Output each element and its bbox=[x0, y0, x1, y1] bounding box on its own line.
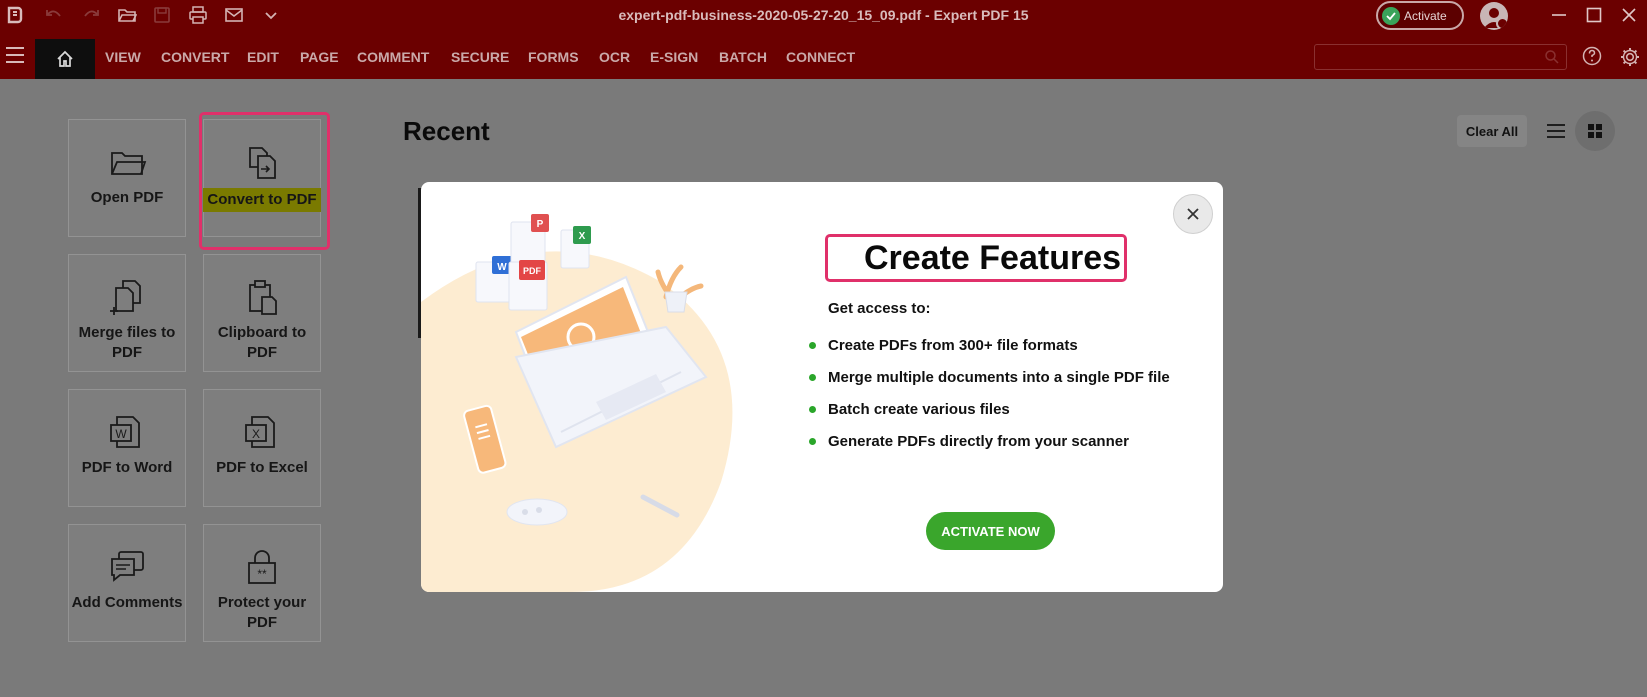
feature-item: Merge multiple documents into a single P… bbox=[807, 369, 1170, 401]
tile-pdf-to-word[interactable]: W PDF to Word bbox=[68, 389, 186, 507]
lock-icon: ** bbox=[248, 550, 276, 584]
close-modal-button[interactable] bbox=[1173, 194, 1213, 234]
feature-list: Create PDFs from 300+ file formats Merge… bbox=[807, 337, 1170, 465]
tab-edit[interactable]: EDIT bbox=[247, 49, 279, 65]
activate-button[interactable]: Activate bbox=[1376, 1, 1464, 30]
tab-connect[interactable]: CONNECT bbox=[786, 49, 855, 65]
word-icon: W bbox=[110, 416, 140, 448]
tile-label: PDF to Word bbox=[81, 459, 173, 476]
minimize-button[interactable] bbox=[1547, 4, 1571, 26]
undo-icon[interactable] bbox=[43, 4, 65, 26]
svg-text:W: W bbox=[115, 427, 127, 441]
tab-page[interactable]: PAGE bbox=[300, 49, 339, 65]
feature-item: Batch create various files bbox=[807, 401, 1170, 433]
tab-comment[interactable]: COMMENT bbox=[357, 49, 429, 65]
redo-icon[interactable] bbox=[80, 4, 102, 26]
svg-text:X: X bbox=[252, 427, 260, 441]
feature-item: Generate PDFs directly from your scanner bbox=[807, 433, 1170, 465]
comments-icon bbox=[111, 551, 144, 582]
tile-add-comments[interactable]: Add Comments bbox=[68, 524, 186, 642]
maximize-icon bbox=[1586, 7, 1602, 23]
status-dot bbox=[1496, 17, 1508, 30]
tab-convert[interactable]: CONVERT bbox=[161, 49, 229, 65]
tile-label: Clipboard to PDF bbox=[217, 324, 307, 361]
home-icon bbox=[57, 50, 73, 67]
tile-label: Protect your PDF bbox=[217, 594, 307, 631]
folder-icon bbox=[111, 152, 147, 175]
close-icon bbox=[1622, 8, 1636, 22]
svg-text:X: X bbox=[579, 231, 586, 242]
mail-icon[interactable] bbox=[223, 4, 245, 26]
ribbon-menu: VIEW CONVERT EDIT PAGE COMMENT SECURE FO… bbox=[0, 31, 1647, 79]
clipboard-icon bbox=[249, 280, 277, 315]
svg-text:**: ** bbox=[257, 567, 267, 581]
recent-heading: Recent bbox=[403, 116, 490, 146]
maximize-button[interactable] bbox=[1582, 4, 1606, 26]
open-folder-icon[interactable] bbox=[116, 4, 138, 26]
search-input[interactable] bbox=[1314, 44, 1567, 70]
tile-clipboard-to-pdf[interactable]: Clipboard to PDF bbox=[203, 254, 321, 372]
tile-pdf-to-excel[interactable]: X PDF to Excel bbox=[203, 389, 321, 507]
tab-batch[interactable]: BATCH bbox=[719, 49, 767, 65]
print-icon[interactable] bbox=[187, 4, 209, 26]
grid-view-icon bbox=[1588, 124, 1602, 138]
tab-e-sign[interactable]: E-SIGN bbox=[650, 49, 698, 65]
merge-files-icon bbox=[110, 280, 141, 315]
app-logo-icon[interactable] bbox=[4, 4, 26, 26]
tile-merge-files[interactable]: Merge files to PDF bbox=[68, 254, 186, 372]
tab-ocr[interactable]: OCR bbox=[599, 49, 630, 65]
highlight-box-convert bbox=[199, 112, 330, 250]
activate-now-button[interactable]: ACTIVATE NOW bbox=[926, 512, 1055, 550]
tab-home[interactable] bbox=[35, 39, 95, 79]
save-icon[interactable] bbox=[151, 4, 173, 26]
svg-text:W: W bbox=[497, 262, 507, 273]
tab-forms[interactable]: FORMS bbox=[528, 49, 579, 65]
tile-label: Open PDF bbox=[90, 189, 164, 206]
hamburger-menu-icon[interactable] bbox=[6, 47, 24, 63]
activate-features-modal: W P X PDF Create Features Get access to:… bbox=[421, 182, 1223, 592]
tab-view[interactable]: VIEW bbox=[105, 49, 141, 65]
tile-protect-pdf[interactable]: ** Protect your PDF bbox=[203, 524, 321, 642]
title-bar: expert-pdf-business-2020-05-27-20_15_09.… bbox=[0, 0, 1647, 31]
clear-all-button[interactable]: Clear All bbox=[1457, 115, 1527, 147]
user-avatar[interactable] bbox=[1480, 2, 1508, 30]
tile-label: PDF to Excel bbox=[216, 459, 308, 476]
minimize-icon bbox=[1552, 14, 1566, 16]
create-features-illustration: W P X PDF bbox=[421, 214, 733, 592]
tile-open-pdf[interactable]: Open PDF bbox=[68, 119, 186, 237]
highlight-box-title bbox=[825, 234, 1127, 282]
chevron-down-icon[interactable] bbox=[260, 4, 282, 26]
svg-text:PDF: PDF bbox=[523, 266, 542, 276]
help-icon[interactable] bbox=[1582, 46, 1602, 66]
svg-text:P: P bbox=[537, 219, 544, 230]
tab-secure[interactable]: SECURE bbox=[451, 49, 509, 65]
activate-label: Activate bbox=[1404, 8, 1447, 23]
close-icon bbox=[1187, 208, 1199, 220]
feature-item: Create PDFs from 300+ file formats bbox=[807, 337, 1170, 369]
search-icon bbox=[1545, 50, 1559, 64]
tile-label: Add Comments bbox=[71, 594, 183, 611]
gear-icon[interactable] bbox=[1619, 46, 1641, 68]
tile-label: Merge files to PDF bbox=[78, 324, 176, 361]
modal-subtitle: Get access to: bbox=[828, 300, 931, 317]
list-view-icon[interactable] bbox=[1544, 120, 1568, 142]
check-circle-icon bbox=[1382, 6, 1400, 25]
close-window-button[interactable] bbox=[1617, 4, 1641, 26]
excel-icon: X bbox=[245, 416, 275, 448]
grid-view-button[interactable] bbox=[1575, 111, 1615, 151]
